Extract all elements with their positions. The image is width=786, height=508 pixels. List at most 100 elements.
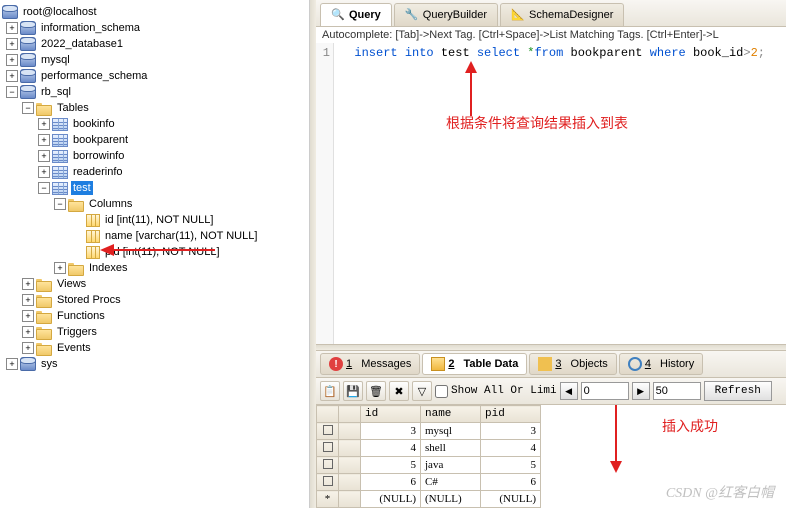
expander-icon[interactable]: − — [54, 198, 66, 210]
row-checkbox[interactable] — [323, 459, 333, 469]
sql-code[interactable]: insert into test select *from bookparent… — [334, 43, 771, 344]
new-row[interactable]: *(NULL)(NULL)(NULL) — [317, 491, 541, 508]
expander-icon[interactable]: − — [6, 86, 18, 98]
table-test[interactable]: −test — [0, 180, 309, 196]
folder-views[interactable]: +Views — [0, 276, 309, 292]
table-readerinfo[interactable]: +readerinfo — [0, 164, 309, 180]
prev-page-button[interactable]: ◀ — [560, 382, 578, 400]
table-bookparent[interactable]: + bookparent — [0, 132, 309, 148]
folder-label: Functions — [55, 309, 107, 323]
expander-icon[interactable]: + — [6, 54, 18, 66]
tab-query[interactable]: 🔍Query — [320, 3, 392, 26]
expander-icon[interactable]: + — [38, 150, 50, 162]
column-pid[interactable]: pid [int(11), NOT NULL] — [0, 244, 309, 260]
cell[interactable]: 4 — [481, 440, 541, 457]
data-toolbar: 📋 💾 🗑 ✖ ▽ Show All Or Limi ◀ ▶ Refresh — [316, 378, 786, 405]
cell[interactable]: 4 — [361, 440, 421, 457]
column-icon — [86, 230, 100, 243]
filter-button[interactable]: ▽ — [412, 381, 432, 401]
table-row[interactable]: 6C#6 — [317, 474, 541, 491]
cell[interactable]: 5 — [361, 457, 421, 474]
folder-events[interactable]: +Events — [0, 340, 309, 356]
tab-objects[interactable]: 3 Objects — [529, 353, 616, 375]
cell[interactable]: C# — [421, 474, 481, 491]
expander-icon[interactable]: + — [22, 326, 34, 338]
result-grid[interactable]: id name pid 3mysql3 4shell4 5java5 6C#6 … — [316, 405, 786, 508]
tab-history[interactable]: 4 History — [619, 353, 703, 375]
tab-label: Messages — [361, 358, 411, 370]
db-performance-schema[interactable]: +performance_schema — [0, 68, 309, 84]
tab-tabledata[interactable]: 2 Table Data — [422, 353, 527, 375]
expander-icon[interactable]: + — [6, 38, 18, 50]
db-sys[interactable]: +sys — [0, 356, 309, 372]
tab-querybuilder[interactable]: 🔧QueryBuilder — [394, 3, 498, 26]
column-id[interactable]: id [int(11), NOT NULL] — [0, 212, 309, 228]
table-bookinfo[interactable]: +bookinfo — [0, 116, 309, 132]
row-checkbox[interactable] — [323, 442, 333, 452]
offset-input[interactable] — [581, 382, 629, 400]
cell[interactable]: shell — [421, 440, 481, 457]
row-checkbox[interactable] — [323, 425, 333, 435]
cell[interactable]: 3 — [361, 423, 421, 440]
autocomplete-hint: Autocomplete: [Tab]->Next Tag. [Ctrl+Spa… — [316, 27, 786, 43]
folder-functions[interactable]: + Functions — [0, 308, 309, 324]
db-2022-database1[interactable]: +2022_database1 — [0, 36, 309, 52]
expander-icon[interactable]: + — [22, 342, 34, 354]
table-borrowinfo[interactable]: +borrowinfo — [0, 148, 309, 164]
insert-row-button[interactable]: 📋 — [320, 381, 340, 401]
cell[interactable]: (NULL) — [421, 491, 481, 508]
db-label: mysql — [39, 53, 72, 67]
col-header-name[interactable]: name — [421, 406, 481, 423]
next-page-button[interactable]: ▶ — [632, 382, 650, 400]
tab-label: Query — [349, 9, 381, 21]
table-row[interactable]: 5java5 — [317, 457, 541, 474]
expander-icon[interactable]: + — [38, 134, 50, 146]
cell[interactable]: 5 — [481, 457, 541, 474]
tab-messages[interactable]: !1 Messages — [320, 353, 420, 375]
expander-icon[interactable]: − — [22, 102, 34, 114]
expander-icon[interactable]: + — [22, 310, 34, 322]
save-button[interactable]: 💾 — [343, 381, 363, 401]
expander-icon[interactable]: + — [38, 166, 50, 178]
cell[interactable]: 3 — [481, 423, 541, 440]
db-information-schema[interactable]: +information_schema — [0, 20, 309, 36]
cell[interactable]: (NULL) — [481, 491, 541, 508]
folder-columns[interactable]: −Columns — [0, 196, 309, 212]
expander-icon[interactable]: + — [54, 262, 66, 274]
folder-stored-procs[interactable]: +Stored Procs — [0, 292, 309, 308]
column-name[interactable]: name [varchar(11), NOT NULL] — [0, 228, 309, 244]
folder-tables[interactable]: −Tables — [0, 100, 309, 116]
table-row[interactable]: 4shell4 — [317, 440, 541, 457]
db-rb-sql[interactable]: −rb_sql — [0, 84, 309, 100]
expander-icon[interactable]: + — [38, 118, 50, 130]
expander-icon[interactable]: − — [38, 182, 50, 194]
folder-triggers[interactable]: +Triggers — [0, 324, 309, 340]
expander-icon[interactable]: + — [6, 22, 18, 34]
expander-icon[interactable]: + — [6, 358, 18, 370]
expander-icon[interactable]: + — [22, 278, 34, 290]
table-label: bookparent — [71, 133, 130, 147]
table-row[interactable]: 3mysql3 — [317, 423, 541, 440]
row-checkbox[interactable] — [323, 476, 333, 486]
cell[interactable]: java — [421, 457, 481, 474]
show-all-checkbox[interactable]: Show All Or Limi — [435, 385, 557, 398]
col-header-id[interactable]: id — [361, 406, 421, 423]
folder-indexes[interactable]: +Indexes — [0, 260, 309, 276]
cell[interactable]: 6 — [361, 474, 421, 491]
delete-button[interactable]: 🗑 — [366, 381, 386, 401]
db-mysql[interactable]: + mysql — [0, 52, 309, 68]
expander-icon[interactable]: + — [6, 70, 18, 82]
cell[interactable]: 6 — [481, 474, 541, 491]
grid-icon — [431, 357, 445, 371]
cell[interactable]: (NULL) — [361, 491, 421, 508]
connection-node[interactable]: root@localhost — [0, 4, 309, 20]
col-header-pid[interactable]: pid — [481, 406, 541, 423]
sql-editor[interactable]: 1 insert into test select *from bookpare… — [316, 43, 786, 344]
refresh-button[interactable]: Refresh — [704, 381, 772, 401]
expander-icon[interactable]: + — [22, 294, 34, 306]
column-label: id [int(11), NOT NULL] — [103, 213, 215, 227]
cancel-button[interactable]: ✖ — [389, 381, 409, 401]
limit-input[interactable] — [653, 382, 701, 400]
cell[interactable]: mysql — [421, 423, 481, 440]
tab-schemadesigner[interactable]: 📐SchemaDesigner — [500, 3, 624, 26]
